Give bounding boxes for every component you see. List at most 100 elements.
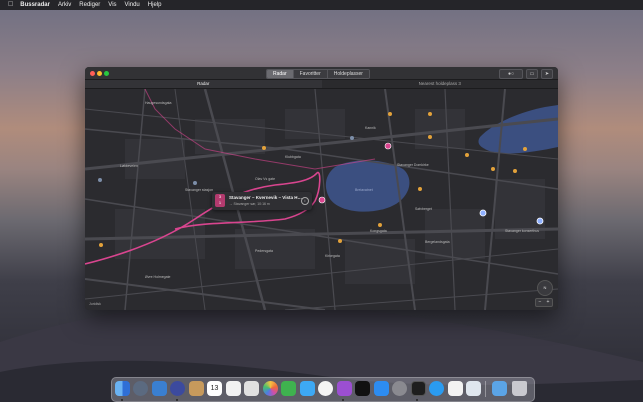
poi-marker bbox=[465, 153, 469, 157]
map-label: Kongsgata bbox=[370, 229, 387, 233]
running-indicator bbox=[342, 399, 344, 401]
menu-file[interactable]: Arkiv bbox=[58, 0, 71, 10]
dock-separator bbox=[485, 381, 486, 397]
menu-edit[interactable]: Rediger bbox=[79, 0, 100, 10]
info-icon[interactable]: i bbox=[301, 197, 309, 205]
poi-marker bbox=[388, 112, 392, 116]
zoom-out-button[interactable]: − bbox=[536, 299, 544, 306]
poi-marker bbox=[99, 243, 103, 247]
menu-view[interactable]: Vis bbox=[108, 0, 116, 10]
toggle-button[interactable]: ●○ bbox=[499, 69, 523, 79]
facetime-icon[interactable] bbox=[300, 381, 315, 396]
preview-icon[interactable] bbox=[152, 381, 167, 396]
menu-help[interactable]: Hjelp bbox=[148, 0, 162, 10]
tv-icon[interactable] bbox=[355, 381, 370, 396]
menu-bar:  Bussradar Arkiv Rediger Vis Vindu Hjel… bbox=[0, 0, 643, 10]
reminders-icon[interactable] bbox=[226, 381, 241, 396]
calendar-icon[interactable]: 13 bbox=[207, 381, 222, 396]
segment-radar[interactable]: Radar bbox=[267, 70, 294, 78]
location-arrow-icon: ➤ bbox=[544, 71, 550, 77]
tab-bar: Radar Nearest holdeplass 3 bbox=[85, 80, 558, 89]
locate-button[interactable]: ➤ bbox=[541, 69, 553, 79]
notification-badge-icon[interactable] bbox=[244, 381, 259, 396]
tab-nearest-stop[interactable]: Nearest holdeplass 3 bbox=[322, 80, 559, 88]
app-store-icon[interactable] bbox=[374, 381, 389, 396]
sidebar-button[interactable]: ▭ bbox=[526, 69, 538, 79]
map-label: Sølvberget bbox=[415, 207, 432, 211]
map-label: Øvre Holmegate bbox=[145, 275, 171, 279]
view-segmented-control: Radar Favoritter Holdeplasser bbox=[266, 69, 370, 79]
bus-stop-marker bbox=[384, 142, 392, 150]
simulator-icon[interactable] bbox=[466, 381, 481, 396]
poi-marker bbox=[338, 239, 342, 243]
compass-icon[interactable]: N bbox=[537, 280, 553, 296]
route-callout[interactable]: 3 1 Stavanger – Kvernevik – Vista H… → S… bbox=[212, 192, 312, 210]
poi-marker bbox=[350, 136, 354, 140]
poi-marker bbox=[262, 146, 266, 150]
menu-app-name[interactable]: Bussradar bbox=[20, 0, 50, 10]
map-label: Kannik bbox=[365, 126, 376, 130]
running-indicator bbox=[176, 399, 178, 401]
close-button[interactable] bbox=[90, 71, 95, 76]
poi-marker bbox=[428, 112, 432, 116]
map-label: Haugesundsgata bbox=[145, 101, 172, 105]
downloads-folder-icon[interactable] bbox=[492, 381, 507, 396]
calendar-day: 13 bbox=[210, 385, 219, 392]
location-dot bbox=[536, 217, 544, 225]
menu-window[interactable]: Vindu bbox=[125, 0, 140, 10]
map-label: Stavanger Domkirke bbox=[397, 163, 429, 167]
bus-stop-marker bbox=[318, 196, 326, 204]
tweetbot-icon[interactable] bbox=[429, 381, 444, 396]
poi-marker bbox=[491, 167, 495, 171]
poi-marker bbox=[428, 135, 432, 139]
poi-marker bbox=[98, 178, 102, 182]
map-label: Pedersgata bbox=[255, 249, 273, 253]
poi-marker bbox=[193, 181, 197, 185]
segment-favorites[interactable]: Favoritter bbox=[293, 70, 328, 78]
zoom-button[interactable] bbox=[104, 71, 109, 76]
apple-menu-icon[interactable]:  bbox=[8, 0, 13, 10]
map-label: Breiavatnet bbox=[355, 188, 373, 192]
trash-icon[interactable] bbox=[512, 381, 527, 396]
zoom-control: − + bbox=[535, 298, 553, 307]
finder-icon[interactable] bbox=[115, 381, 130, 396]
running-indicator bbox=[121, 399, 123, 401]
route-variant: 1 bbox=[218, 200, 222, 205]
title-bar: Radar Favoritter Holdeplasser ●○ ▭ ➤ bbox=[85, 67, 558, 80]
zoom-in-button[interactable]: + bbox=[544, 299, 552, 306]
dock: 13 bbox=[111, 377, 535, 402]
sidebar-icon: ▭ bbox=[529, 71, 535, 77]
map-view[interactable]: Breiavatnet Bergelandsgata Løkkeveien St… bbox=[85, 89, 558, 310]
terminal-icon[interactable] bbox=[411, 381, 426, 396]
poi-marker bbox=[418, 187, 422, 191]
tab-radar[interactable]: Radar bbox=[85, 80, 322, 88]
segment-stops[interactable]: Holdeplasser bbox=[327, 70, 369, 78]
poi-marker bbox=[513, 169, 517, 173]
xcode-icon[interactable] bbox=[170, 381, 185, 396]
poi-marker bbox=[378, 223, 382, 227]
route-title: Stavanger – Kvernevik – Vista H… bbox=[229, 195, 302, 200]
location-dot bbox=[479, 209, 487, 217]
itunes-icon[interactable] bbox=[318, 381, 333, 396]
notes-icon[interactable] bbox=[189, 381, 204, 396]
running-indicator bbox=[416, 399, 418, 401]
minimize-button[interactable] bbox=[97, 71, 102, 76]
toggle-icon: ●○ bbox=[507, 71, 515, 77]
poi-marker bbox=[523, 147, 527, 151]
map-label: Stavanger konserthus bbox=[505, 229, 540, 233]
app-window: Radar Favoritter Holdeplasser ●○ ▭ ➤ Rad… bbox=[85, 67, 558, 310]
map-label: Klubbgata bbox=[285, 155, 301, 159]
slack-icon[interactable] bbox=[448, 381, 463, 396]
launchpad-icon[interactable] bbox=[133, 381, 148, 396]
map-label: Olav Vs gate bbox=[255, 177, 276, 181]
system-preferences-icon[interactable] bbox=[392, 381, 407, 396]
map-label: Løkkeveien bbox=[120, 164, 138, 168]
map-label: Stavanger stasjon bbox=[185, 188, 214, 192]
legal-link[interactable]: Juridisk bbox=[89, 302, 101, 306]
route-subtitle: → Stavanger sør, 10:16 m bbox=[229, 202, 270, 206]
route-number-badge: 3 1 bbox=[215, 194, 225, 207]
messages-icon[interactable] bbox=[281, 381, 296, 396]
podcasts-icon[interactable] bbox=[337, 381, 352, 396]
map-label: Kirkegata bbox=[325, 254, 340, 258]
photos-icon[interactable] bbox=[263, 381, 278, 396]
